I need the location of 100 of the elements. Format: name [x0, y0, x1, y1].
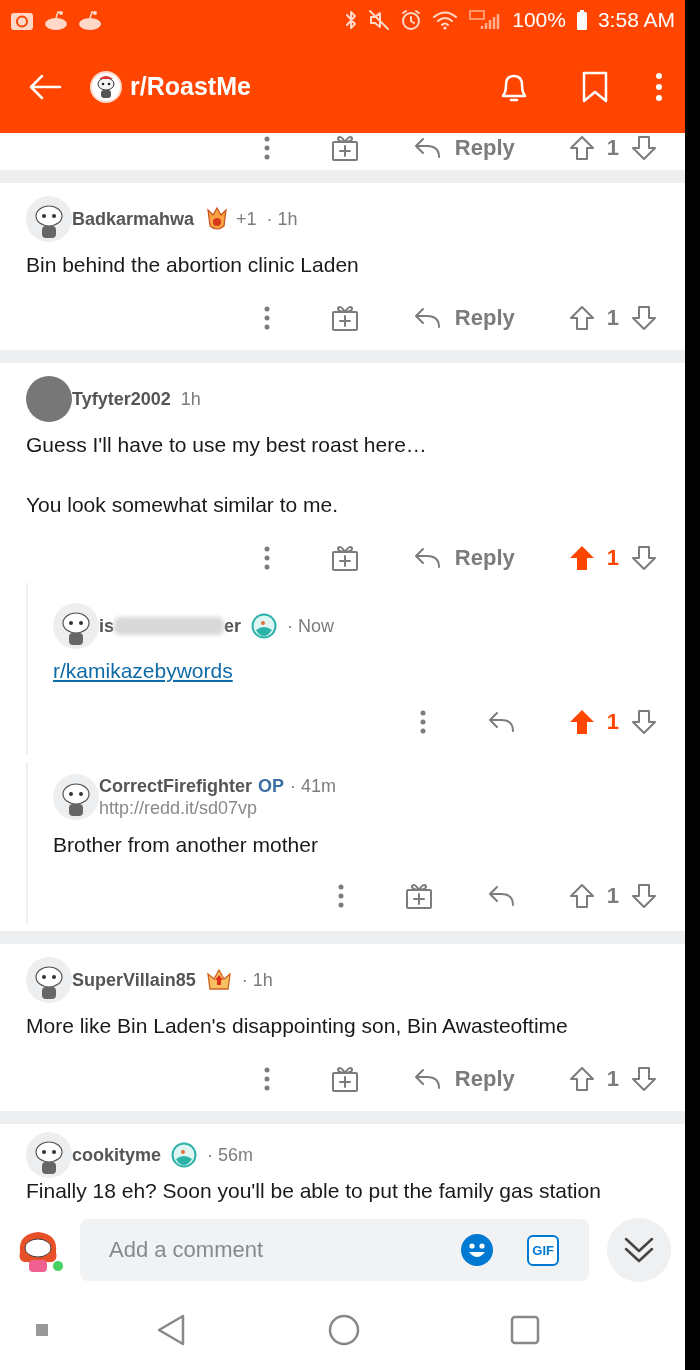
back-arrow-icon: [28, 72, 62, 101]
alien-icon: [44, 9, 68, 31]
award-button[interactable]: [330, 1065, 359, 1093]
home-button[interactable]: [328, 1314, 360, 1346]
gift-icon: [330, 133, 359, 162]
award-button[interactable]: [404, 882, 433, 910]
username[interactable]: SuperVillain85: [72, 969, 196, 991]
timestamp: · 41m: [290, 775, 337, 797]
clock-time: 3:58 AM: [597, 8, 675, 32]
square-icon: [36, 1324, 48, 1336]
downvote-arrow-icon: [631, 883, 657, 909]
reply-arrow-icon: [412, 1068, 441, 1090]
reply-button[interactable]: Reply: [412, 545, 515, 571]
comment-text: Bin behind the abortion clinic Laden: [26, 252, 360, 278]
award-button[interactable]: [330, 133, 359, 162]
vote-score: 1: [606, 709, 619, 735]
more-vertical-icon: [337, 884, 344, 908]
subreddit-link[interactable]: r/kamikazebywords: [53, 656, 233, 686]
reply-button[interactable]: Reply: [412, 1066, 515, 1092]
reply-button[interactable]: Reply: [412, 134, 515, 161]
crown-icon: [205, 967, 232, 993]
wifi-icon: [432, 9, 459, 31]
vote-score: 1: [606, 134, 619, 161]
upvote-button[interactable]: [568, 1066, 595, 1092]
downvote-button[interactable]: [631, 545, 657, 571]
recents-button[interactable]: [510, 1315, 540, 1345]
downvote-arrow-icon: [631, 709, 657, 735]
award-button[interactable]: [330, 304, 359, 332]
photo-placeholder: [26, 376, 72, 422]
mute-icon: [368, 9, 391, 31]
downvote-arrow-icon: [631, 305, 657, 331]
downvote-button[interactable]: [631, 134, 657, 161]
double-chevron-down-icon: [623, 1235, 655, 1265]
reply-arrow-icon: [486, 711, 515, 733]
username[interactable]: Badkarmahwa: [72, 208, 195, 230]
home-circle-icon: [328, 1314, 360, 1346]
orb-icon: [171, 1142, 198, 1168]
reply-button[interactable]: [486, 885, 515, 907]
comment-input-field[interactable]: Add a comment GIF: [80, 1219, 589, 1281]
avatar-icon: [26, 957, 72, 1003]
username-fragment[interactable]: er: [224, 615, 242, 637]
reply-button[interactable]: Reply: [412, 305, 515, 331]
avatar-icon: [26, 1132, 72, 1178]
reply-arrow-icon: [412, 307, 441, 329]
downvote-arrow-icon: [631, 134, 657, 161]
back-triangle-icon: [156, 1313, 186, 1347]
upvote-button[interactable]: [568, 545, 595, 571]
save-button[interactable]: [581, 70, 609, 103]
upvote-button[interactable]: [568, 305, 595, 331]
downvote-button[interactable]: [631, 1066, 657, 1092]
downvote-button[interactable]: [631, 709, 657, 735]
upvote-button[interactable]: [568, 134, 595, 161]
downvote-arrow-icon: [631, 1066, 657, 1092]
reply-button[interactable]: [486, 711, 515, 733]
downvote-button[interactable]: [631, 305, 657, 331]
downvote-arrow-icon: [631, 545, 657, 571]
timestamp: · 1h: [241, 969, 273, 991]
op-label: OP: [258, 775, 285, 797]
vote-score: 1: [606, 1066, 619, 1092]
comment-text: You look somewhat similar to me.: [26, 492, 340, 518]
username[interactable]: cookityme: [72, 1144, 162, 1166]
recents-square-icon: [510, 1315, 540, 1345]
more-vertical-icon: [263, 546, 270, 570]
gift-icon: [404, 882, 433, 910]
timestamp: 1h: [180, 388, 201, 410]
subreddit-title[interactable]: r/RoastMe: [130, 72, 251, 101]
reply-arrow-icon: [412, 136, 441, 159]
username[interactable]: Tyfyter2002: [72, 388, 171, 410]
comment-text: Finally 18 eh? Soon you'll be able to put the family gas station: [26, 1178, 602, 1204]
alarm-icon: [400, 9, 423, 31]
reply-arrow-icon: [412, 547, 441, 569]
battery-icon: [575, 9, 588, 31]
vote-score: 1: [606, 305, 619, 331]
upvote-button[interactable]: [568, 883, 595, 909]
comment-text: More like Bin Laden's disappointing son, Bin Awasteoftime: [26, 1013, 569, 1039]
more-options-button[interactable]: [655, 71, 663, 102]
emoji-button[interactable]: [461, 1234, 494, 1266]
bluetooth-icon: [344, 9, 359, 31]
smiley-icon: [461, 1234, 494, 1266]
username[interactable]: CorrectFirefighter: [99, 775, 253, 797]
vote-score: 1: [606, 545, 619, 571]
upvote-button[interactable]: [568, 709, 595, 735]
back-button[interactable]: [28, 72, 62, 101]
timestamp: · 56m: [207, 1144, 254, 1166]
username-fragment[interactable]: is: [99, 615, 114, 637]
award-count: +1: [236, 208, 257, 230]
back-button[interactable]: [156, 1313, 186, 1347]
downvote-button[interactable]: [631, 883, 657, 909]
gif-button[interactable]: GIF: [527, 1234, 559, 1266]
more-vertical-icon: [263, 135, 270, 160]
award-button[interactable]: [330, 544, 359, 572]
more-vertical-icon: [263, 1067, 270, 1091]
timestamp: · Now: [287, 615, 335, 637]
gift-icon: [330, 304, 359, 332]
alien-icon: [78, 9, 102, 31]
subreddit-icon: [90, 70, 122, 103]
avatar-icon: [26, 196, 72, 242]
avatar-icon: [53, 774, 99, 820]
gift-icon: [330, 1065, 359, 1093]
comment-text: Guess I'll have to use my best roast here…: [26, 432, 428, 458]
